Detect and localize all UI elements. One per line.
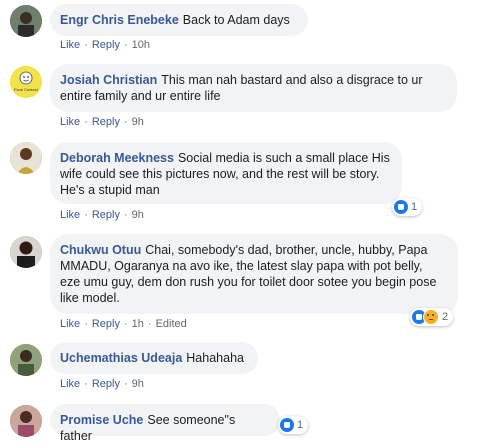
comment-actions: Like · Reply · 9h: [60, 116, 144, 128]
reaction-count: 2: [442, 311, 449, 323]
separator: ·: [123, 116, 128, 128]
reply-link[interactable]: Reply: [92, 209, 120, 221]
avatar[interactable]: [10, 5, 42, 37]
comment-bubble: Deborah Meekness Social media is such a s…: [50, 142, 402, 204]
comment-time[interactable]: 9h: [132, 378, 144, 390]
separator: ·: [84, 39, 88, 51]
edited-label[interactable]: Edited: [156, 318, 187, 330]
like-link[interactable]: Like: [60, 318, 80, 330]
comment-author[interactable]: Uchemathias Udeaja: [60, 351, 182, 365]
comment-author[interactable]: Engr Chris Enebeke: [60, 13, 179, 27]
like-icon: [280, 418, 294, 432]
comment-author[interactable]: Promise Uche: [60, 413, 143, 427]
like-link[interactable]: Like: [60, 378, 80, 390]
like-link[interactable]: Like: [60, 39, 80, 51]
comment-text: Back to Adam days: [182, 13, 290, 27]
avatar[interactable]: [10, 344, 42, 376]
comment-bubble: Uchemathias Udeaja Hahahaha: [50, 342, 258, 374]
separator: ·: [123, 318, 128, 330]
reaction-summary[interactable]: 1: [392, 198, 423, 216]
avatar[interactable]: Face Contact: [10, 66, 42, 98]
like-icon: [394, 200, 408, 214]
comment-text: Hahahaha: [186, 351, 244, 365]
reply-link[interactable]: Reply: [92, 39, 120, 51]
like-link[interactable]: Like: [60, 209, 80, 221]
reaction-count: 1: [297, 419, 304, 431]
avatar[interactable]: [10, 405, 42, 437]
separator: ·: [123, 378, 128, 390]
comment-bubble: Promise Uche See someone"s father: [50, 404, 280, 443]
reply-link[interactable]: Reply: [92, 318, 120, 330]
separator: ·: [84, 209, 88, 221]
avatar-logo-text: Face Contact: [14, 87, 39, 92]
avatar[interactable]: [10, 236, 42, 268]
avatar[interactable]: [10, 142, 42, 174]
separator: ·: [123, 39, 128, 51]
reaction-summary[interactable]: 1: [278, 416, 309, 434]
comment-author[interactable]: Chukwu Otuu: [60, 243, 141, 257]
separator: ·: [84, 318, 88, 330]
separator: ·: [147, 318, 152, 330]
separator: ·: [123, 209, 128, 221]
comment-time[interactable]: 9h: [132, 116, 144, 128]
comment-bubble: Engr Chris Enebeke Back to Adam days: [50, 4, 308, 36]
comment-author[interactable]: Deborah Meekness: [60, 151, 174, 165]
reaction-summary[interactable]: 2: [410, 308, 454, 326]
comment-time[interactable]: 9h: [132, 209, 144, 221]
like-link[interactable]: Like: [60, 116, 80, 128]
comment-actions: Like · Reply · 9h: [60, 378, 144, 390]
comment-bubble: Chukwu Otuu Chai, somebody's dad, brother…: [50, 234, 458, 314]
comment-time[interactable]: 10h: [132, 39, 150, 51]
comment-actions: Like · Reply · 10h: [60, 39, 150, 51]
reply-link[interactable]: Reply: [92, 116, 120, 128]
comment-time[interactable]: 1h: [132, 318, 144, 330]
separator: ·: [84, 378, 88, 390]
reaction-count: 1: [411, 201, 418, 213]
comment-actions: Like · Reply · 1h · Edited: [60, 318, 187, 330]
comment-bubble: Josiah Christian This man nah bastard and…: [50, 64, 457, 112]
comment-author[interactable]: Josiah Christian: [60, 73, 157, 87]
comment-actions: Like · Reply · 9h: [60, 209, 144, 221]
separator: ·: [84, 116, 88, 128]
sad-icon: [423, 309, 439, 325]
reply-link[interactable]: Reply: [92, 378, 120, 390]
